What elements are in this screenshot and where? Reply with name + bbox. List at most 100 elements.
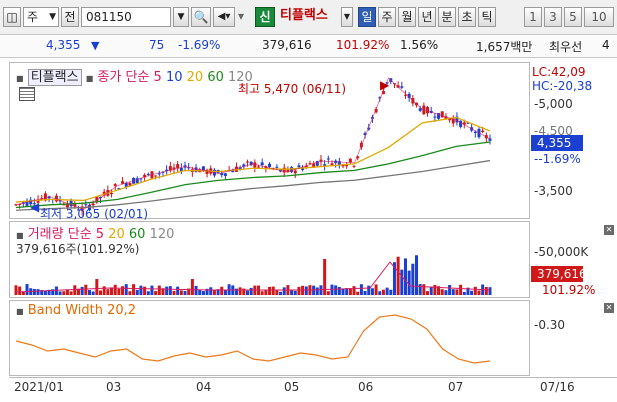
interval-3[interactable]: 3: [544, 7, 562, 27]
period-select[interactable]: 주 ▼: [23, 7, 59, 27]
volume-bar: [91, 291, 95, 295]
separator: ▾: [237, 9, 245, 23]
tab-month[interactable]: 월: [398, 7, 416, 27]
candle-body: [113, 184, 117, 186]
window-menu-icon[interactable]: ◫: [3, 7, 21, 27]
tab-year[interactable]: 년: [418, 7, 436, 27]
volume-bar: [381, 289, 385, 295]
interval-10[interactable]: 10: [584, 7, 614, 27]
price-change-pct: -1.69%: [178, 38, 221, 52]
volume-bar: [415, 255, 419, 295]
volume-bar: [183, 291, 187, 295]
volume-bar: [433, 284, 437, 295]
x-label-mar: 03: [106, 380, 122, 394]
volume-bar: [459, 284, 463, 295]
volume-bar: [400, 269, 404, 295]
volume-bar: [356, 291, 360, 295]
volume-bar: [69, 291, 73, 295]
volume-bar: [268, 286, 272, 295]
volume-bar: [172, 290, 176, 295]
hc-label: HC:-20,38: [532, 79, 593, 93]
volume-bar: [32, 288, 36, 295]
candle-body: [257, 166, 261, 168]
volume-ratio: 101.92%: [336, 38, 390, 52]
volume-bar: [477, 290, 481, 295]
interval-5[interactable]: 5: [564, 7, 582, 27]
candle-body: [157, 173, 161, 175]
candle-body: [154, 175, 158, 177]
candle-body: [176, 164, 180, 169]
tab-week[interactable]: 주: [378, 7, 396, 27]
volume-bar: [146, 291, 150, 295]
info-extra: 4: [602, 38, 610, 52]
y-tick-3500: -3,500: [534, 184, 573, 198]
volume-bar: [363, 291, 367, 295]
volume-bar: [194, 285, 198, 295]
candle-body: [440, 111, 444, 118]
volume-panel-close-icon[interactable]: ✕: [604, 225, 614, 235]
bandwidth-panel-close-icon[interactable]: ✕: [604, 303, 614, 313]
volume-bar: [484, 286, 488, 295]
volume-bar: [58, 291, 62, 295]
volume-bar: [165, 286, 169, 295]
quote-info-row: 4,355 ▼ 75 -1.69% 379,616 101.92% 1.56% …: [0, 35, 617, 58]
volume-bar: [245, 290, 249, 295]
close-line: [15, 77, 491, 210]
volume-chart: [14, 255, 492, 295]
bandwidth-line: [15, 314, 491, 364]
volume-bar: [396, 256, 400, 295]
volume-bar: [359, 284, 363, 295]
toolbar: ◫ 주 ▼ 전 081150 ▼ 🔍 ◀▾ ▾ 신 티플랙스 ▼ 일 주 월 년…: [0, 0, 617, 35]
volume-bar: [352, 286, 356, 295]
volume-bar: [473, 286, 477, 295]
volume-bar: [223, 290, 227, 295]
stock-name-dropdown-icon[interactable]: ▼: [341, 7, 353, 27]
current-price-pct: --1.69%: [534, 152, 581, 166]
volume-bar: [304, 286, 308, 295]
tab-day[interactable]: 일: [358, 7, 376, 27]
volume-bar: [84, 284, 88, 295]
tab-minute[interactable]: 분: [438, 7, 456, 27]
candle-body: [326, 158, 330, 160]
bandwidth-y-tick-text: 0.30: [538, 318, 566, 332]
volume-y-tick: -50,000K: [534, 245, 589, 259]
volume-value: 379,616: [262, 38, 312, 52]
volume-bar: [135, 289, 139, 295]
volume-y-tick-text: 50,000K: [538, 245, 589, 259]
x-label-apr: 04: [196, 380, 212, 394]
stock-code-input[interactable]: 081150: [81, 7, 171, 27]
candle-body: [260, 162, 264, 166]
candle-body: [473, 131, 477, 134]
volume-bar: [43, 290, 47, 295]
candle-body: [110, 192, 114, 195]
current-volume-tag: 379,616: [531, 266, 587, 282]
volume-bar: [275, 290, 279, 295]
y-tick-3500-text: 3,500: [538, 184, 573, 198]
volume-bar: [282, 287, 286, 295]
search-icon[interactable]: 🔍: [191, 7, 211, 27]
volume-bar: [455, 289, 459, 295]
x-label-jul: 07: [448, 380, 464, 394]
stock-code-value: 081150: [86, 10, 132, 24]
bandwidth-chart: [15, 314, 491, 364]
prev-button[interactable]: 전: [61, 7, 79, 27]
trade-value: 1,657백만: [476, 40, 533, 54]
candle-body: [275, 166, 279, 168]
code-dropdown-icon[interactable]: ▼: [173, 7, 189, 27]
candle-body: [352, 165, 356, 167]
sound-icon[interactable]: ◀▾: [213, 7, 235, 27]
volume-bar: [334, 285, 338, 295]
volume-bar: [157, 285, 161, 295]
tab-second[interactable]: 초: [458, 7, 476, 27]
high-price-label: 최고 5,470 (06/11): [238, 82, 347, 96]
volume-bar: [87, 290, 91, 295]
left-arrow-icon: ◀: [30, 200, 40, 214]
volume-bar: [271, 286, 275, 295]
tab-tick[interactable]: 틱: [478, 7, 496, 27]
candle-body: [223, 173, 227, 176]
volume-bar: [220, 286, 224, 295]
candle-body: [323, 164, 327, 166]
stock-name: 티플랙스: [280, 8, 328, 23]
y-tick-5000: -5,000: [534, 97, 573, 111]
interval-1[interactable]: 1: [524, 7, 542, 27]
